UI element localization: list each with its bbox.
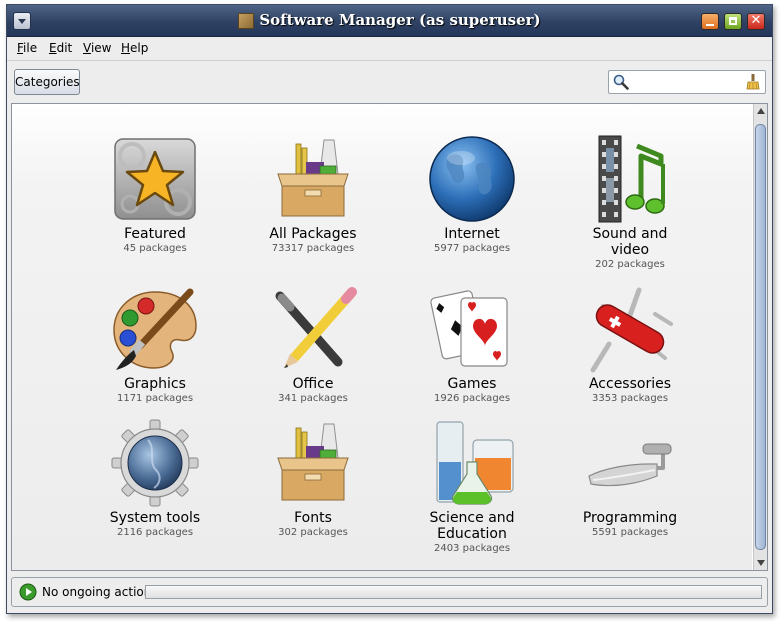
category-count: 73317 packages xyxy=(271,243,355,254)
category-count: 1926 packages xyxy=(433,393,511,404)
category-games[interactable]: Games 1926 packages xyxy=(397,284,547,405)
software-manager-window: Software Manager (as superuser) ✕ File E… xyxy=(6,4,773,614)
trowel-icon xyxy=(588,443,672,487)
category-name: Internet xyxy=(444,226,500,242)
menu-help[interactable]: Help xyxy=(121,41,148,55)
package-box-icon xyxy=(277,139,349,217)
category-accessories[interactable]: Accessories 3353 packages xyxy=(555,284,705,405)
minimize-icon xyxy=(706,24,714,26)
category-name: Science and Education xyxy=(429,510,515,542)
category-name: System tools xyxy=(109,510,201,526)
toolbar: Categories xyxy=(7,61,772,99)
status-text: No ongoing actions xyxy=(42,585,158,599)
categories-button[interactable]: Categories xyxy=(14,69,80,95)
search-icon xyxy=(613,74,629,90)
category-fonts[interactable]: Fonts 302 packages xyxy=(238,418,388,539)
star-icon xyxy=(114,138,196,220)
category-programming[interactable]: Programming 5591 packages xyxy=(555,418,705,539)
category-all-packages[interactable]: All Packages 73317 packages xyxy=(238,134,388,255)
category-count: 341 packages xyxy=(278,393,348,404)
maximize-button[interactable] xyxy=(724,13,742,30)
gear-icon xyxy=(111,419,199,507)
category-office[interactable]: Office 341 packages xyxy=(238,284,388,405)
title-bar[interactable]: Software Manager (as superuser) ✕ xyxy=(7,5,772,37)
category-count: 45 packages xyxy=(123,243,187,254)
category-name: Fonts xyxy=(294,510,332,526)
category-featured[interactable]: Featured 45 packages xyxy=(80,134,230,255)
category-count: 1171 packages xyxy=(116,393,194,404)
category-count: 5591 packages xyxy=(591,527,669,538)
progress-bar xyxy=(145,585,762,599)
category-count: 202 packages xyxy=(595,259,665,270)
play-icon xyxy=(19,583,37,601)
categories-panel: Featured 45 packages All Packages 73317 … xyxy=(11,103,768,571)
category-name: Featured xyxy=(124,226,186,242)
category-name: Office xyxy=(292,376,334,392)
scroll-up-icon[interactable] xyxy=(757,108,765,114)
menu-view[interactable]: View xyxy=(83,41,111,55)
close-button[interactable]: ✕ xyxy=(747,13,765,30)
menu-bar: File Edit View Help xyxy=(7,36,772,61)
category-name: All Packages xyxy=(269,226,357,242)
category-name: Sound and video xyxy=(592,226,668,258)
category-count: 302 packages xyxy=(278,527,348,538)
maximize-icon xyxy=(729,17,737,25)
scroll-thumb[interactable] xyxy=(755,124,766,550)
category-name: Graphics xyxy=(124,376,186,392)
menu-edit[interactable]: Edit xyxy=(49,41,72,55)
category-system-tools[interactable]: System tools 2116 packages xyxy=(80,418,230,539)
swiss-knife-icon xyxy=(590,287,673,373)
app-icon xyxy=(238,12,255,29)
window-title: Software Manager (as superuser) xyxy=(259,11,541,29)
search-input[interactable] xyxy=(633,73,741,91)
package-box-icon xyxy=(277,423,349,501)
vertical-scrollbar[interactable] xyxy=(753,104,767,570)
category-name: Programming xyxy=(582,510,678,526)
minimize-button[interactable] xyxy=(701,13,719,30)
pen-pencil-icon xyxy=(275,287,357,368)
palette-icon xyxy=(113,288,197,370)
scroll-down-icon[interactable] xyxy=(757,560,765,566)
category-science-and-education[interactable]: Science and Education 2403 packages xyxy=(397,418,547,555)
menu-file[interactable]: File xyxy=(17,41,37,55)
globe-icon xyxy=(429,136,515,222)
playing-cards-icon xyxy=(430,290,508,367)
search-box[interactable] xyxy=(608,70,766,94)
film-music-icon xyxy=(598,135,665,223)
category-count: 5977 packages xyxy=(433,243,511,254)
category-internet[interactable]: Internet 5977 packages xyxy=(397,134,547,255)
category-sound-and-video[interactable]: Sound and video 202 packages xyxy=(555,134,705,271)
category-count: 2403 packages xyxy=(433,543,511,554)
category-count: 3353 packages xyxy=(591,393,669,404)
status-bar: No ongoing actions xyxy=(11,577,768,607)
category-graphics[interactable]: Graphics 1171 packages xyxy=(80,284,230,405)
clear-search-icon[interactable] xyxy=(745,73,761,91)
flask-icon xyxy=(436,421,514,505)
category-name: Games xyxy=(447,376,497,392)
close-icon: ✕ xyxy=(750,13,762,28)
categories-grid: Featured 45 packages All Packages 73317 … xyxy=(12,104,752,570)
category-name: Accessories xyxy=(588,376,672,392)
category-count: 2116 packages xyxy=(116,527,194,538)
